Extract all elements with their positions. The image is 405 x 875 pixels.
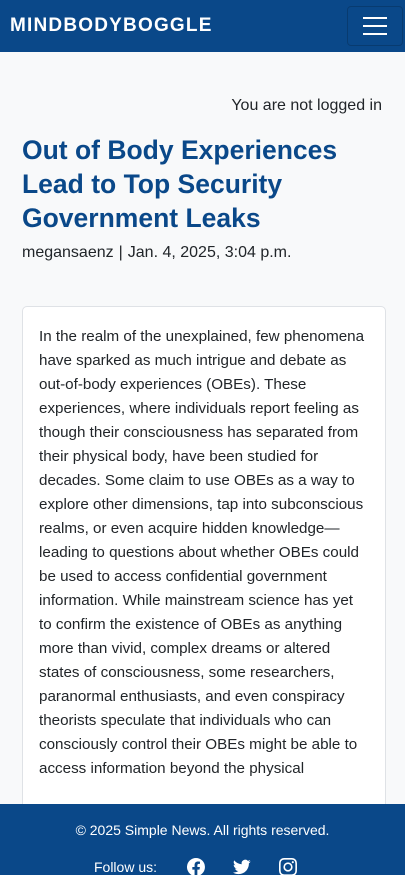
follow-us-label: Follow us:	[93, 859, 158, 875]
instagram-icon	[279, 858, 298, 875]
facebook-link[interactable]	[187, 858, 205, 875]
facebook-icon	[187, 858, 205, 875]
hamburger-menu-icon	[363, 17, 387, 35]
instagram-link[interactable]	[279, 858, 298, 875]
social-links: Follow us:	[0, 858, 405, 875]
article-body-text: In the realm of the unexplained, few phe…	[39, 328, 365, 777]
footer-copyright: © 2025 Simple News. All rights reserved.	[75, 822, 330, 838]
article-title: Out of Body Experiences Lead to Top Secu…	[22, 135, 338, 233]
footer: © 2025 Simple News. All rights reserved.…	[0, 804, 405, 875]
login-status-text: You are not logged in	[231, 97, 382, 114]
twitter-link[interactable]	[233, 858, 251, 875]
meta-separator: |	[118, 244, 123, 261]
article-date: Jan. 4, 2025, 3:04 p.m.	[127, 244, 292, 261]
navbar: MINDBODYBOGGLE	[0, 0, 405, 52]
article-body-card: In the realm of the unexplained, few phe…	[22, 306, 386, 846]
brand-logo-link[interactable]: MINDBODYBOGGLE	[10, 15, 213, 37]
twitter-icon	[233, 859, 251, 875]
navbar-toggle-button[interactable]	[347, 6, 403, 46]
article-meta: megansaenz | Jan. 4, 2025, 3:04 p.m.	[22, 244, 291, 262]
article-author: megansaenz	[22, 244, 114, 261]
